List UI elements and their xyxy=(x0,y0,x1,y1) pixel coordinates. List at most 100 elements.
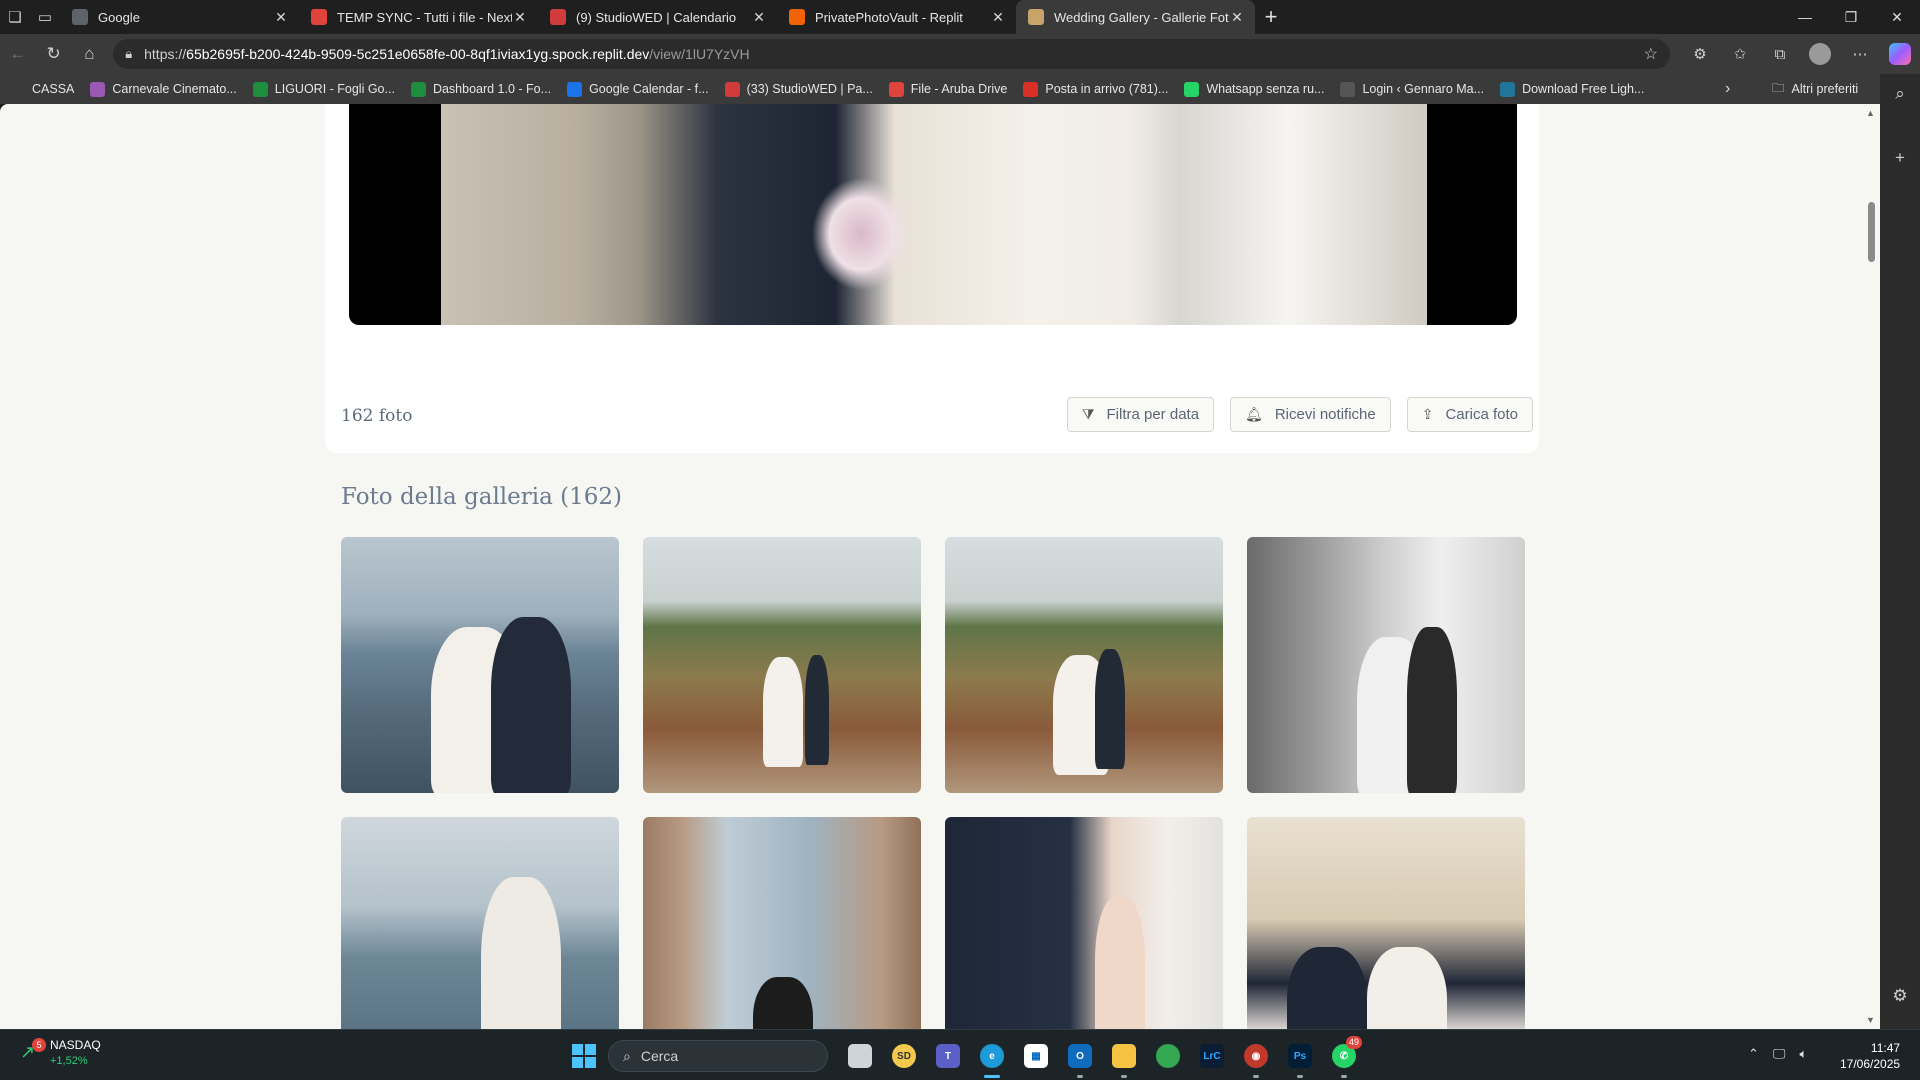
system-clock[interactable]: 11:47 17/06/2025 xyxy=(1840,1040,1900,1072)
volume-icon[interactable]: 🔈︎ xyxy=(1799,1046,1807,1062)
minimize-icon[interactable]: — xyxy=(1782,0,1828,34)
chevron-right-icon[interactable]: › xyxy=(1725,74,1730,104)
settings-gear-icon[interactable]: ⚙ xyxy=(1880,986,1920,1006)
close-tab-icon[interactable]: ✕ xyxy=(1229,9,1245,26)
folder-icon: 🗀 xyxy=(1772,80,1785,95)
bookmark-item[interactable]: Posta in arrivo (781)... xyxy=(1023,81,1168,97)
copilot-icon[interactable] xyxy=(1880,38,1920,70)
running-indicator xyxy=(1341,1075,1347,1078)
photoshop-icon[interactable]: Ps xyxy=(1278,1038,1322,1078)
gallery-photo[interactable] xyxy=(945,817,1223,1029)
profile-avatar[interactable] xyxy=(1800,38,1840,70)
antivirus-icon[interactable]: ◉ xyxy=(1234,1038,1278,1078)
clock-date: 17/06/2025 xyxy=(1840,1057,1901,1071)
tab-favicon-icon xyxy=(311,9,327,25)
address-bar[interactable]: 🔒︎ https://65b2695f-b200-424b-9509-5c251… xyxy=(113,39,1670,69)
filter-by-date-button[interactable]: ⧩ Filtra per data xyxy=(1067,397,1215,432)
browser-tab[interactable]: Wedding Gallery - Gallerie Fotogr ✕ xyxy=(1016,0,1255,34)
browser-tab[interactable]: Google ✕ xyxy=(60,0,299,34)
bookmark-label: Whatsapp senza ru... xyxy=(1206,82,1325,96)
tab-title: Wedding Gallery - Gallerie Fotogr xyxy=(1054,9,1229,25)
bookmark-item[interactable]: LIGUORI - Fogli Go... xyxy=(252,81,395,97)
favorite-star-icon[interactable]: ☆ xyxy=(1644,44,1658,64)
url-prefix: https:// xyxy=(144,46,187,62)
favorites-icon[interactable]: ✩ xyxy=(1720,38,1760,70)
tab-actions-icon[interactable]: ▭ xyxy=(30,2,60,32)
bookmark-item[interactable]: Google Calendar - f... xyxy=(567,81,709,97)
add-sidebar-app-icon[interactable]: + xyxy=(1880,148,1920,168)
other-favorites[interactable]: 🗀 Altri preferiti xyxy=(1772,74,1858,104)
site-info-icon[interactable]: 🔒︎ xyxy=(125,46,132,62)
collections-icon[interactable]: ⧉ xyxy=(1760,38,1800,70)
close-tab-icon[interactable]: ✕ xyxy=(751,9,767,26)
extensions-icon[interactable]: ⚙ xyxy=(1680,38,1720,70)
scroll-thumb[interactable] xyxy=(1868,202,1875,262)
gallery-actions: ⧩ Filtra per data 🔔︎ Ricevi notifiche ⇪ … xyxy=(1067,397,1533,432)
lightroom-classic-icon[interactable]: LrC xyxy=(1190,1038,1234,1074)
taskbar-search[interactable]: ⌕ Cerca xyxy=(608,1040,828,1072)
browser-tab[interactable]: TEMP SYNC - Tutti i file - Nextclo ✕ xyxy=(299,0,538,34)
chrome-icon[interactable] xyxy=(1146,1038,1190,1074)
groom-figure xyxy=(805,655,829,765)
notifications-button[interactable]: 🔔︎ Ricevi notifiche xyxy=(1230,397,1391,432)
bookmark-item[interactable]: Carnevale Cinemato... xyxy=(90,81,237,97)
groom-figure xyxy=(1095,649,1125,769)
refresh-icon[interactable]: ↻ xyxy=(36,38,72,70)
sd-app-icon[interactable]: SD xyxy=(882,1038,926,1074)
workspaces-icon[interactable]: ❏ xyxy=(0,2,30,32)
bookmark-label: Carnevale Cinemato... xyxy=(112,82,237,96)
more-menu-icon[interactable]: ⋯ xyxy=(1840,38,1880,70)
windows-start-icon[interactable] xyxy=(572,1044,596,1068)
bookmark-item[interactable]: Login ‹ Gennaro Ma... xyxy=(1340,81,1484,97)
groom-figure xyxy=(491,617,571,793)
taskbar-apps: SD T e ▦ O LrC ◉ Ps ✆ 49 xyxy=(838,1036,1366,1078)
gallery-photo[interactable] xyxy=(643,537,921,793)
photo-grid xyxy=(341,537,1525,1029)
back-icon[interactable]: ← xyxy=(0,38,36,70)
close-window-icon[interactable]: ✕ xyxy=(1874,0,1920,34)
bookmark-item[interactable]: File - Aruba Drive xyxy=(888,81,1007,97)
clock-time: 11:47 xyxy=(1870,1041,1901,1055)
gallery-photo[interactable] xyxy=(341,817,619,1029)
bookmark-label: (33) StudioWED | Pa... xyxy=(746,82,873,96)
gallery-photo[interactable] xyxy=(1247,817,1525,1029)
browser-tab[interactable]: PrivatePhotoVault - Replit ✕ xyxy=(777,0,1016,34)
restore-icon[interactable]: ❐ xyxy=(1828,0,1874,34)
bookmark-item[interactable]: Whatsapp senza ru... xyxy=(1184,81,1325,97)
bookmark-item[interactable]: (33) StudioWED | Pa... xyxy=(724,81,873,97)
home-icon[interactable]: ⌂ xyxy=(71,38,107,70)
whatsapp-icon[interactable]: ✆ 49 xyxy=(1322,1036,1366,1078)
bookmark-item[interactable]: Dashboard 1.0 - Fo... xyxy=(410,81,551,97)
search-icon[interactable]: ⌕ xyxy=(1880,84,1920,104)
file-explorer-icon[interactable] xyxy=(1102,1038,1146,1078)
couple-silhouette xyxy=(753,977,813,1029)
bookmark-item[interactable]: CASSA xyxy=(10,81,74,97)
scroll-down-icon[interactable]: ▼ xyxy=(1866,1015,1875,1025)
edge-icon[interactable]: e xyxy=(970,1038,1014,1078)
gallery-photo[interactable] xyxy=(945,537,1223,793)
task-view-icon[interactable] xyxy=(838,1038,882,1074)
cover-photo[interactable] xyxy=(349,104,1517,325)
new-tab-button[interactable]: + xyxy=(1255,0,1287,34)
outlook-icon[interactable]: O xyxy=(1058,1038,1102,1078)
gallery-photo[interactable] xyxy=(1247,537,1525,793)
page-scrollbar[interactable]: ▲ ▼ xyxy=(1862,104,1880,1029)
gallery-photo[interactable] xyxy=(643,817,921,1029)
browser-tab-bar: ❏ ▭ Google ✕ TEMP SYNC - Tutti i file - Ne… xyxy=(0,0,1920,34)
close-tab-icon[interactable]: ✕ xyxy=(512,9,528,26)
teams-icon[interactable]: T xyxy=(926,1038,970,1074)
upload-photo-button[interactable]: ⇪ Carica foto xyxy=(1406,397,1533,432)
close-tab-icon[interactable]: ✕ xyxy=(990,9,1006,26)
cover-image xyxy=(441,104,1427,325)
windows-taskbar: ↗ 5 NASDAQ +1,52% ⌕ Cerca SD T e ▦ O LrC … xyxy=(0,1029,1920,1080)
close-tab-icon[interactable]: ✕ xyxy=(273,9,289,26)
bookmark-item[interactable]: Download Free Ligh... xyxy=(1500,81,1644,97)
tab-favicon-icon xyxy=(789,9,805,25)
scroll-up-icon[interactable]: ▲ xyxy=(1866,108,1875,118)
chevron-up-icon[interactable]: ⌃ xyxy=(1748,1046,1759,1062)
browser-tab[interactable]: (9) StudioWED | Calendario ✕ xyxy=(538,0,777,34)
stock-widget[interactable]: ↗ 5 NASDAQ +1,52% xyxy=(20,1037,101,1067)
network-icon[interactable]: 🖵︎ xyxy=(1773,1046,1786,1062)
gallery-photo[interactable] xyxy=(341,537,619,793)
store-icon[interactable]: ▦ xyxy=(1014,1038,1058,1074)
